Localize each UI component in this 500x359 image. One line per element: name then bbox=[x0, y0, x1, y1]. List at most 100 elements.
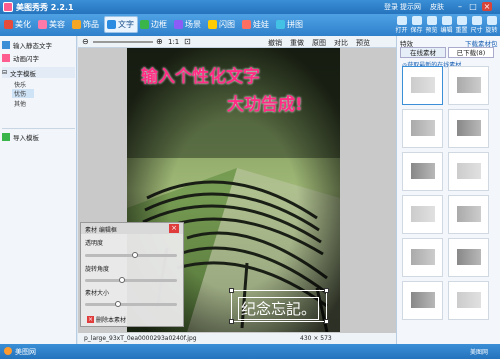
material-thumbnail[interactable] bbox=[448, 195, 489, 234]
material-thumbnail[interactable] bbox=[448, 152, 489, 191]
photo-text-line1[interactable]: 输入个性化文字 bbox=[141, 62, 260, 87]
divider bbox=[2, 128, 75, 129]
flash-text-label: 动画闪字 bbox=[13, 54, 39, 63]
material-selection-box[interactable]: 纪念忘記。 bbox=[229, 288, 329, 324]
tab-7[interactable]: 娃娃 bbox=[240, 16, 272, 33]
toolbar-icon bbox=[411, 16, 422, 25]
toolbar-button-2[interactable]: 预览 bbox=[424, 16, 439, 34]
minimize-icon[interactable]: – bbox=[455, 2, 465, 11]
toolbar-button-5[interactable]: 尺寸 bbox=[469, 16, 484, 34]
opacity-slider[interactable] bbox=[85, 252, 177, 258]
material-thumbnail[interactable] bbox=[402, 281, 443, 320]
original-button[interactable]: 原图 bbox=[312, 38, 326, 48]
size-slider[interactable] bbox=[85, 301, 177, 307]
preview-button[interactable]: 预览 bbox=[356, 38, 370, 48]
material-thumbnail[interactable] bbox=[402, 238, 443, 277]
undo-button[interactable]: 撤销 bbox=[268, 38, 282, 48]
flash-text-button[interactable]: 动画闪字 bbox=[2, 52, 75, 63]
resize-handle[interactable] bbox=[324, 319, 329, 324]
tab-icon bbox=[208, 20, 217, 29]
material-thumbnail[interactable] bbox=[448, 281, 489, 320]
right-panel: 特效 下载素材包 在线素材 已下载(8) ◎获取最新的在线素材 bbox=[396, 36, 500, 344]
flash-icon bbox=[2, 53, 10, 62]
slider-knob[interactable] bbox=[119, 277, 126, 283]
toolbar-button-1[interactable]: 保存 bbox=[409, 16, 424, 34]
photo-text-line2[interactable]: 大功告成! bbox=[227, 90, 303, 115]
delete-material-button[interactable]: × 删除本素材 bbox=[87, 315, 126, 324]
thumbnail-art bbox=[457, 120, 481, 136]
maximize-icon[interactable]: □ bbox=[468, 2, 478, 11]
material-thumbnail[interactable] bbox=[448, 66, 489, 105]
tab-icon bbox=[72, 20, 81, 29]
tab-icon bbox=[38, 20, 47, 29]
resize-handle[interactable] bbox=[229, 319, 234, 324]
tab-3[interactable]: 文字 bbox=[104, 16, 138, 33]
tab-icon bbox=[242, 20, 251, 29]
toolbar-icon bbox=[396, 16, 407, 25]
tab-5[interactable]: 场景 bbox=[172, 16, 204, 33]
thumbnail-art bbox=[411, 249, 435, 265]
site-link-right[interactable]: 美图网 bbox=[470, 347, 488, 356]
tab-4[interactable]: 边框 bbox=[138, 16, 170, 33]
close-icon[interactable]: × bbox=[482, 2, 492, 11]
redo-button[interactable]: 重做 bbox=[290, 38, 304, 48]
tab-online[interactable]: 在线素材 bbox=[400, 47, 446, 58]
material-thumbnail[interactable] bbox=[402, 152, 443, 191]
material-thumbnail[interactable] bbox=[402, 66, 443, 105]
tree-item-happy[interactable]: 快乐 bbox=[14, 80, 26, 89]
fit-icon[interactable]: ⊡ bbox=[184, 37, 191, 46]
thumbnail-art bbox=[411, 163, 435, 179]
tab-icon bbox=[4, 20, 13, 29]
toolbar-button-4[interactable]: 重置 bbox=[454, 16, 469, 34]
login-link[interactable]: 登录 bbox=[384, 2, 398, 12]
site-link[interactable]: 美图网 bbox=[15, 347, 36, 357]
compare-button[interactable]: 对比 bbox=[334, 38, 348, 48]
zoom-in-icon[interactable]: ⊕ bbox=[156, 37, 163, 46]
zoom-slider[interactable] bbox=[93, 41, 153, 43]
toolbar-button-3[interactable]: 编辑 bbox=[439, 16, 454, 34]
zoom-ratio[interactable]: 1:1 bbox=[168, 38, 179, 46]
resize-handle[interactable] bbox=[229, 288, 234, 293]
import-template-button[interactable]: 导入模板 bbox=[2, 131, 75, 142]
tips-link[interactable]: 提示网 bbox=[400, 2, 421, 12]
material-thumbnail[interactable] bbox=[448, 238, 489, 277]
static-text-button[interactable]: 输入静态文字 bbox=[2, 39, 75, 50]
thumbnail-art bbox=[411, 120, 435, 136]
material-thumbnail[interactable] bbox=[402, 109, 443, 148]
tree-root-template[interactable]: ⊟ 文字模板 bbox=[2, 67, 75, 78]
delete-label: 删除本素材 bbox=[96, 317, 127, 324]
thumbnail-art bbox=[457, 77, 481, 93]
canvas-toolbar: ⊖ ⊕ 1:1 ⊡ 撤销 重做 原图 对比 预览 bbox=[78, 36, 396, 48]
material-thumbnail[interactable] bbox=[402, 195, 443, 234]
slider-knob[interactable] bbox=[115, 301, 122, 307]
zoom-out-icon[interactable]: ⊖ bbox=[82, 37, 89, 46]
tab-2[interactable]: 饰品 bbox=[70, 16, 102, 33]
material-thumbnail[interactable] bbox=[448, 109, 489, 148]
toolbar-button-6[interactable]: 旋转 bbox=[484, 16, 499, 34]
tab-0[interactable]: 美化 bbox=[2, 16, 34, 33]
slider-knob[interactable] bbox=[132, 252, 139, 258]
tab-1[interactable]: 美容 bbox=[36, 16, 68, 33]
toolbar-icon bbox=[486, 16, 497, 25]
tab-label: 饰品 bbox=[83, 20, 99, 29]
toolbar-button-0[interactable]: 打开 bbox=[394, 16, 409, 34]
tab-8[interactable]: 拼图 bbox=[274, 16, 306, 33]
toolbar-label: 打开 bbox=[395, 27, 408, 34]
tab-label: 闪图 bbox=[219, 20, 235, 29]
thumbnail-art bbox=[457, 163, 481, 179]
tree-item-other[interactable]: 其他 bbox=[14, 99, 26, 108]
rotate-slider[interactable] bbox=[85, 277, 177, 283]
tab-6[interactable]: 闪图 bbox=[206, 16, 238, 33]
tab-icon bbox=[174, 20, 183, 29]
resize-handle[interactable] bbox=[324, 288, 329, 293]
toolbar-label: 编辑 bbox=[440, 27, 453, 34]
import-icon bbox=[2, 132, 10, 141]
toolbar-label: 尺寸 bbox=[470, 27, 483, 34]
tab-label: 美容 bbox=[49, 20, 65, 29]
thumbnail-art bbox=[457, 206, 481, 222]
skin-link[interactable]: 皮肤 bbox=[430, 2, 444, 12]
close-icon[interactable]: × bbox=[169, 224, 179, 233]
thumbnail-art bbox=[457, 249, 481, 265]
tab-downloaded[interactable]: 已下载(8) bbox=[448, 47, 494, 58]
tree-item-sad[interactable]: 忧伤 bbox=[12, 89, 34, 98]
